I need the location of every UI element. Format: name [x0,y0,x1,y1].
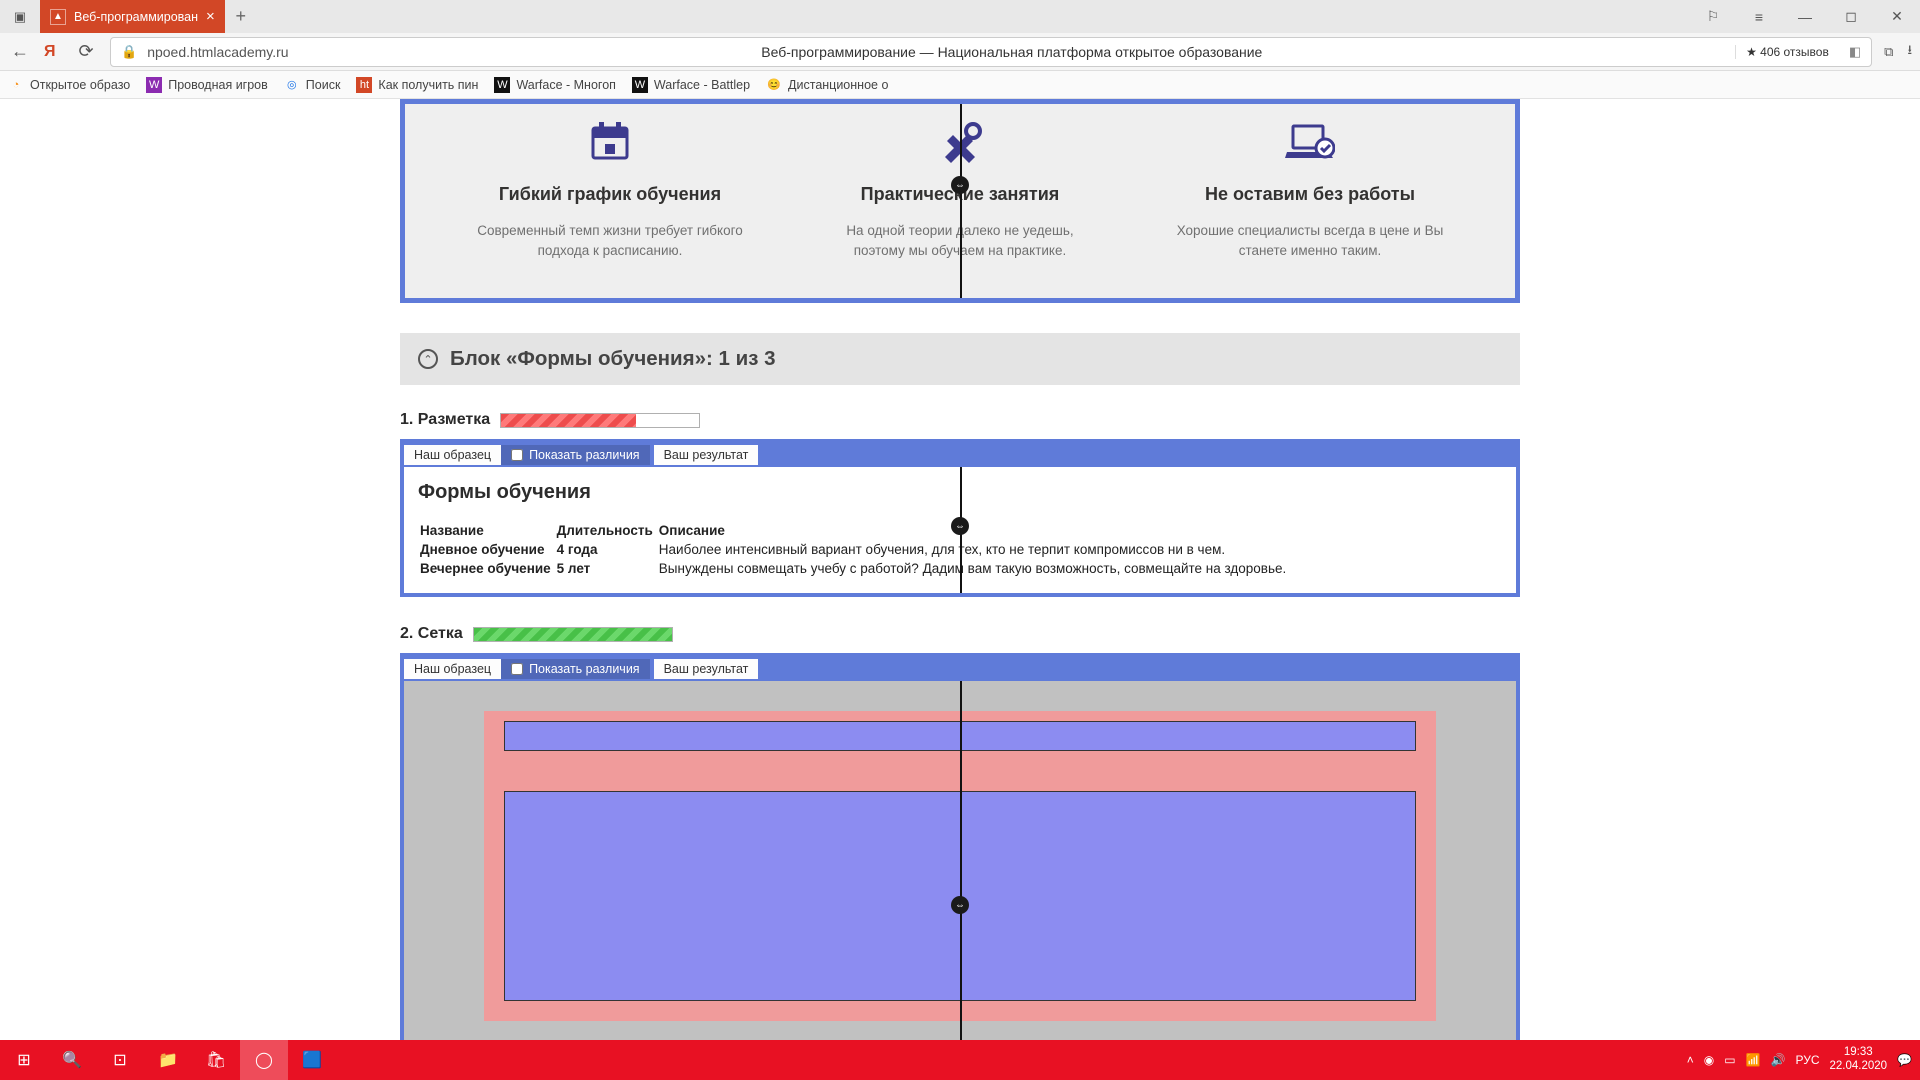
section-grid-title: 2. Сетка [400,625,1520,643]
bookmarks-bar: ◔Открытое образо WПроводная игров ◎Поиск… [0,71,1920,99]
new-tab-button[interactable]: + [225,6,257,27]
bookmark-item[interactable]: ◔Открытое образо [8,77,130,93]
lock-icon: 🔒 [121,44,137,60]
feature-desc: Современный темп жизни требует гибкого п… [475,221,745,260]
drag-handle-icon[interactable]: ⇔ [951,896,969,914]
bookmark-item[interactable]: 😊Дистанционное о [766,77,888,93]
bookmark-item[interactable]: WWarface - Многоп [494,77,615,93]
table-row: Вечернее обучение5 летВынуждены совмещат… [420,560,1290,577]
feature-flexible: Гибкий график обучения Современный темп … [475,118,745,260]
close-icon[interactable]: × [206,8,215,25]
reviews-badge[interactable]: ★ 406 отзывов [1735,45,1839,59]
network-icon[interactable]: 📶 [1746,1053,1761,1067]
feature-desc: Хорошие специалисты всегда в цене и Вы с… [1175,221,1445,260]
close-window-icon[interactable]: ✕ [1874,0,1920,33]
bookmark-item[interactable]: ◎Поиск [284,77,341,93]
compare-tabs: Наш образец Показать различия Ваш резуль… [404,657,1516,681]
tray-icon[interactable]: ▭ [1724,1053,1735,1067]
progress-bar [500,413,700,428]
calendar-icon [475,118,745,166]
bookmark-icon: W [146,77,162,93]
downloads-icon[interactable]: ⭳ [1907,41,1912,63]
flag-icon[interactable]: ⚐ [1690,0,1736,33]
feature-title: Гибкий график обучения [475,184,745,205]
grid-body: ⇔ [404,681,1516,1040]
search-icon[interactable]: 🔍 [48,1040,96,1080]
bookmark-item[interactable]: WПроводная игров [146,77,268,93]
url-box[interactable]: 🔒 npoed.htmlacademy.ru Веб-программирова… [110,37,1872,67]
steam-icon[interactable]: ◉ [1704,1053,1714,1067]
drag-handle-icon[interactable]: ⇔ [951,517,969,535]
minimize-icon[interactable]: — [1782,0,1828,33]
diff-checkbox[interactable] [511,663,523,675]
comparison-divider[interactable] [960,681,962,1040]
section-markup-title: 1. Разметка [400,411,1520,429]
bookmark-item[interactable]: WWarface - Battlep [632,77,750,93]
result-tab[interactable]: Ваш результат [654,659,759,679]
titlebar: ▣ ▲ Веб-программирован × + ⚐ ≡ — ◻ ✕ [0,0,1920,33]
app-icon[interactable]: 🟦 [288,1040,336,1080]
bookmark-icon: ht [356,77,372,93]
table-row: Дневное обучение4 годаНаиболее интенсивн… [420,541,1290,558]
favicon-icon: ▲ [50,9,66,25]
yandex-browser-icon[interactable]: ◯ [240,1040,288,1080]
content-area: Гибкий график обучения Современный темп … [0,99,1920,1040]
grid-compare-box: Наш образец Показать различия Ваш резуль… [400,653,1520,1040]
bookmark-icon: W [494,77,510,93]
clock[interactable]: 19:33 22.04.2020 [1829,1046,1887,1074]
bookmark-icon: 😊 [766,77,782,93]
task-view-icon[interactable]: ⊡ [96,1040,144,1080]
window-controls: ⚐ ≡ — ◻ ✕ [1690,0,1920,33]
address-bar: ← Я ⟳ 🔒 npoed.htmlacademy.ru Веб-програм… [0,33,1920,71]
result-tab[interactable]: Ваш результат [654,445,759,465]
feature-title: Не оставим без работы [1175,184,1445,205]
bookmark-icon: ◎ [284,77,300,93]
bookmark-icon[interactable]: ◧ [1849,44,1861,60]
store-icon[interactable]: 🛍 [192,1040,240,1080]
chevron-up-icon[interactable]: ˄ [1687,1053,1694,1067]
feature-job: Не оставим без работы Хорошие специалист… [1175,118,1445,260]
tab-title: Веб-программирован [74,10,198,24]
comparison-divider[interactable] [960,104,962,298]
explorer-icon[interactable]: 📁 [144,1040,192,1080]
diff-checkbox[interactable] [511,449,523,461]
back-button[interactable]: ← [8,41,32,62]
accordion-title: Блок «Формы обучения»: 1 из 3 [450,347,775,371]
drag-handle-icon[interactable]: ⇔ [951,176,969,194]
show-diff-toggle[interactable]: Показать различия [501,445,650,465]
forms-table: НазваниеДлительностьОписание Дневное обу… [418,520,1292,579]
reload-button[interactable]: ⟳ [74,41,98,62]
url-text: npoed.htmlacademy.ru [147,44,288,60]
bookmark-icon: W [632,77,648,93]
extensions-icon[interactable]: ⧉ [1884,44,1893,60]
compare-tabs: Наш образец Показать различия Ваш резуль… [404,443,1516,467]
page-title: Веб-программирование — Национальная плат… [299,44,1726,60]
yandex-icon[interactable]: Я [44,43,62,61]
laptop-check-icon [1175,118,1445,166]
maximize-icon[interactable]: ◻ [1828,0,1874,33]
tray: ˄ ◉ ▭ 📶 🔊 РУС 19:33 22.04.2020 💬 [1687,1046,1920,1074]
volume-icon[interactable]: 🔊 [1771,1053,1786,1067]
chevron-up-icon: ⌃ [418,349,438,369]
lang-indicator[interactable]: РУС [1795,1053,1819,1067]
features-box: Гибкий график обучения Современный темп … [400,99,1520,303]
taskbar: ⊞ 🔍 ⊡ 📁 🛍 ◯ 🟦 ˄ ◉ ▭ 📶 🔊 РУС 19:33 22.04.… [0,1040,1920,1080]
progress-bar [473,627,673,642]
sample-tab[interactable]: Наш образец [404,445,501,465]
bookmark-icon: ◔ [8,77,24,93]
notification-icon[interactable]: 💬 [1897,1053,1912,1067]
sample-tab[interactable]: Наш образец [404,659,501,679]
menu-icon[interactable]: ≡ [1736,0,1782,33]
browser-tab[interactable]: ▲ Веб-программирован × [40,0,225,33]
markup-body: Формы обучения НазваниеДлительностьОписа… [404,467,1516,593]
bookmark-item[interactable]: htКак получить пин [356,77,478,93]
start-button[interactable]: ⊞ [0,1040,48,1080]
show-diff-toggle[interactable]: Показать различия [501,659,650,679]
accordion-header[interactable]: ⌃ Блок «Формы обучения»: 1 из 3 [400,333,1520,385]
panel-toggle-icon[interactable]: ▣ [0,9,40,25]
markup-compare-box: Наш образец Показать различия Ваш резуль… [400,439,1520,597]
